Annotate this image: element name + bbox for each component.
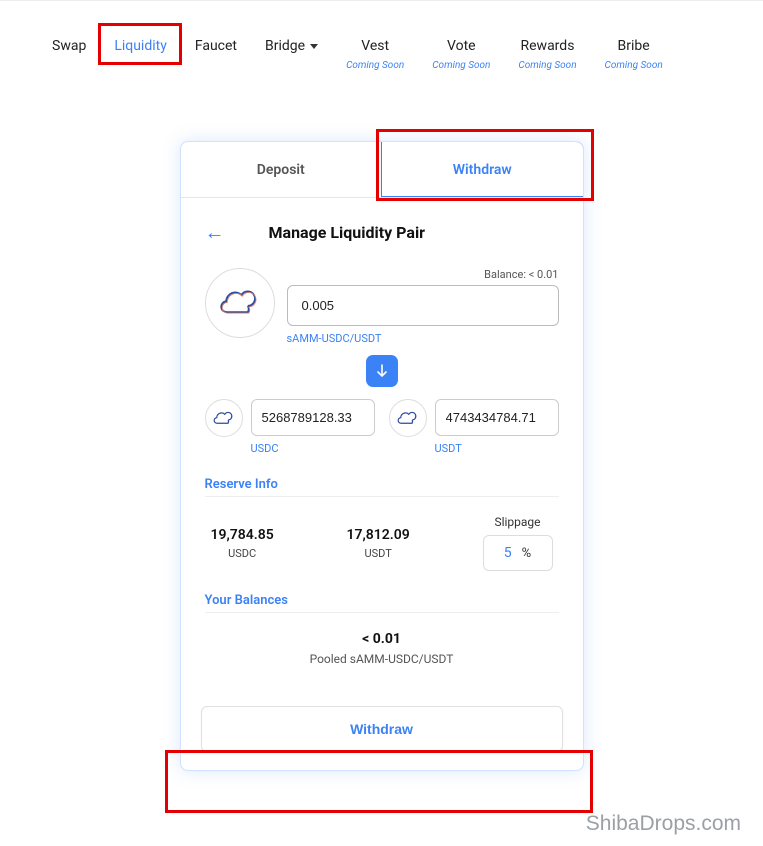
lp-input-row: Balance: < 0.01 sAMM-USDC/USDT	[205, 268, 559, 345]
reserve-a-value: 19,784.85	[211, 527, 274, 543]
arrow-down-icon	[375, 364, 389, 378]
output-b: USDT	[389, 399, 559, 455]
nav-faucet[interactable]: Faucet	[195, 37, 237, 55]
slippage-input[interactable]: 5 %	[483, 535, 553, 571]
output-a-token: USDC	[251, 442, 375, 455]
cloud-icon	[213, 411, 235, 426]
nav-bridge-label: Bridge	[265, 37, 305, 55]
top-nav: Swap Liquidity Faucet Bridge Vest Coming…	[0, 1, 763, 75]
lp-token-icon	[205, 268, 275, 338]
swap-direction-button[interactable]	[366, 355, 398, 387]
output-a-input[interactable]	[251, 399, 375, 436]
cloud-icon	[397, 411, 419, 426]
nav-vote[interactable]: Vote Coming Soon	[432, 37, 490, 75]
slippage-value: 5	[504, 545, 512, 561]
nav-vest-coming: Coming Soon	[346, 57, 404, 75]
nav-vest-label: Vest	[361, 38, 389, 54]
output-a: USDC	[205, 399, 375, 455]
nav-bribe[interactable]: Bribe Coming Soon	[605, 37, 663, 75]
pooled-balance-label: Pooled sAMM-USDC/USDT	[205, 652, 559, 666]
nav-liquidity[interactable]: Liquidity	[114, 37, 167, 55]
your-balances-block: < 0.01 Pooled sAMM-USDC/USDT	[205, 613, 559, 668]
nav-swap[interactable]: Swap	[52, 37, 86, 55]
reserve-a-token: USDC	[211, 547, 274, 560]
nav-bribe-coming: Coming Soon	[605, 57, 663, 75]
output-b-token: USDT	[435, 442, 559, 455]
pooled-balance-value: < 0.01	[205, 631, 559, 647]
usdc-token-icon	[205, 399, 243, 437]
reserve-row: 19,784.85 USDC 17,812.09 USDT Slippage 5…	[205, 497, 559, 571]
withdraw-button[interactable]: Withdraw	[201, 706, 563, 752]
reserve-a: 19,784.85 USDC	[211, 527, 274, 560]
lp-amount-input[interactable]	[287, 285, 559, 326]
reserve-info-title: Reserve Info	[205, 477, 559, 497]
chevron-down-icon	[310, 44, 318, 49]
reserve-b-token: USDT	[347, 547, 410, 560]
usdt-token-icon	[389, 399, 427, 437]
nav-bribe-label: Bribe	[618, 38, 650, 54]
watermark: ShibaDrops.com	[586, 812, 741, 836]
tab-deposit[interactable]: Deposit	[181, 142, 382, 197]
nav-rewards-coming: Coming Soon	[518, 57, 576, 75]
output-b-input[interactable]	[435, 399, 559, 436]
output-row: USDC USDT	[205, 399, 559, 455]
nav-rewards-label: Rewards	[521, 38, 575, 54]
lp-token-label: sAMM-USDC/USDT	[287, 332, 559, 345]
your-balances-title: Your Balances	[205, 593, 559, 613]
page-title: Manage Liquidity Pair	[269, 223, 426, 242]
reserve-b: 17,812.09 USDT	[347, 527, 410, 560]
cloud-icon	[219, 289, 261, 317]
lp-balance-label: Balance: < 0.01	[287, 268, 559, 281]
liquidity-card: Deposit Withdraw ← Manage Liquidity Pair…	[180, 141, 584, 771]
nav-vest[interactable]: Vest Coming Soon	[346, 37, 404, 75]
slippage-label: Slippage	[483, 515, 553, 529]
tab-withdraw[interactable]: Withdraw	[381, 141, 584, 197]
nav-bridge[interactable]: Bridge	[265, 37, 318, 55]
card-header: ← Manage Liquidity Pair	[205, 222, 559, 242]
back-arrow-icon[interactable]: ←	[205, 222, 225, 242]
card-body: ← Manage Liquidity Pair Balance: < 0.01 …	[181, 198, 583, 688]
slippage-percent: %	[522, 546, 532, 561]
slippage-box: Slippage 5 %	[483, 515, 553, 571]
card-tabs: Deposit Withdraw	[181, 142, 583, 198]
reserve-b-value: 17,812.09	[347, 527, 410, 543]
nav-rewards[interactable]: Rewards Coming Soon	[518, 37, 576, 75]
nav-vote-coming: Coming Soon	[432, 57, 490, 75]
nav-vote-label: Vote	[447, 38, 476, 54]
